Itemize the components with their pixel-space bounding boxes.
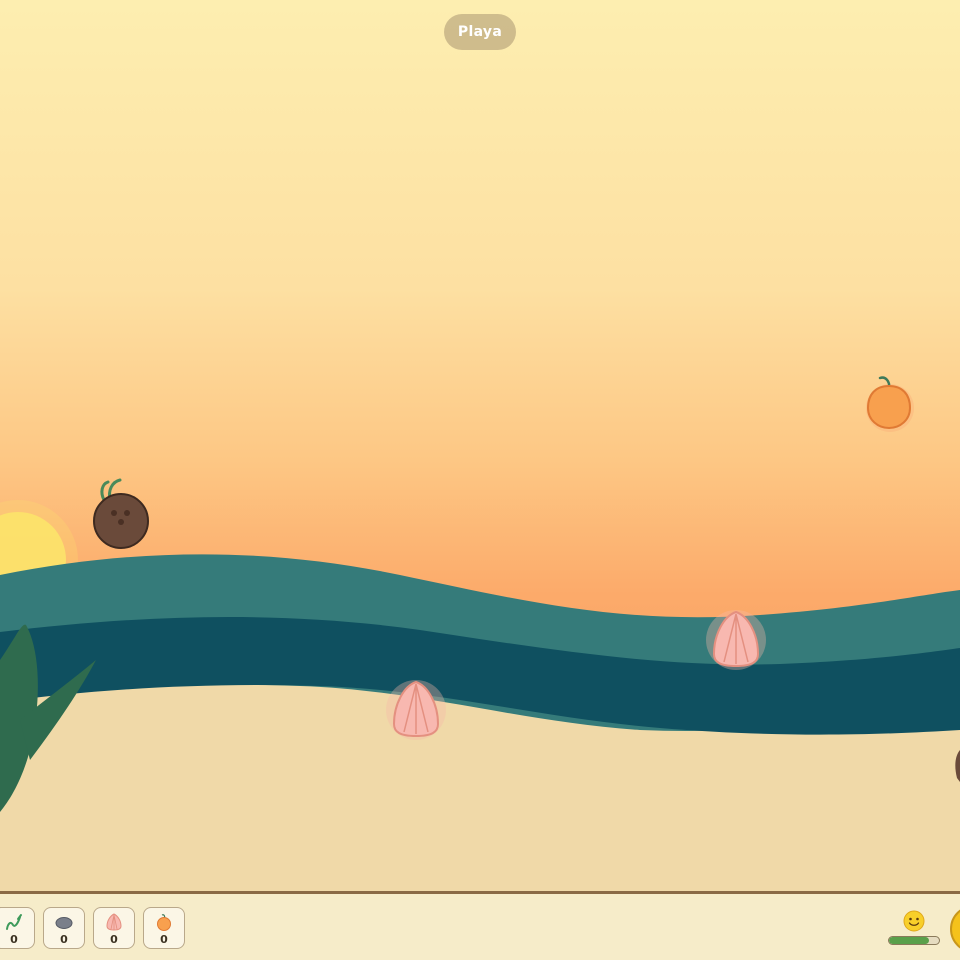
game-scene: Playa 0 0 0 0 xyxy=(0,0,960,960)
inventory-count: 0 xyxy=(160,933,168,946)
action-button[interactable] xyxy=(950,905,960,953)
inventory-slot-seaweed[interactable]: 0 xyxy=(0,907,35,949)
orange-fruit-icon xyxy=(157,914,171,931)
inventory-bar: 0 0 0 0 xyxy=(0,891,960,960)
seashell-icon xyxy=(386,680,446,740)
inventory-count: 0 xyxy=(10,933,18,946)
mood-bar xyxy=(888,936,940,945)
inventory-count: 0 xyxy=(60,933,68,946)
inventory-slot-orange-fruit[interactable]: 0 xyxy=(143,907,185,949)
coconut-icon xyxy=(93,478,149,549)
orange-fruit-item[interactable] xyxy=(862,372,918,436)
seashell-icon xyxy=(106,913,122,931)
seashell-item[interactable] xyxy=(704,604,768,676)
stone-icon xyxy=(55,917,73,929)
smiley-face-icon xyxy=(903,910,925,932)
orange-fruit-icon xyxy=(866,376,914,432)
inventory-slot-stone[interactable]: 0 xyxy=(43,907,85,949)
offscreen-item-edge xyxy=(955,750,960,782)
coconut-item[interactable] xyxy=(90,478,154,554)
location-label: Playa xyxy=(444,14,516,50)
mood-meter xyxy=(888,910,940,950)
seaweed-icon xyxy=(6,914,22,930)
mood-bar-fill xyxy=(889,937,929,944)
inventory-count: 0 xyxy=(110,933,118,946)
inventory-slot-seashell[interactable]: 0 xyxy=(93,907,135,949)
seashell-item[interactable] xyxy=(384,674,448,746)
seashell-icon xyxy=(706,610,766,670)
